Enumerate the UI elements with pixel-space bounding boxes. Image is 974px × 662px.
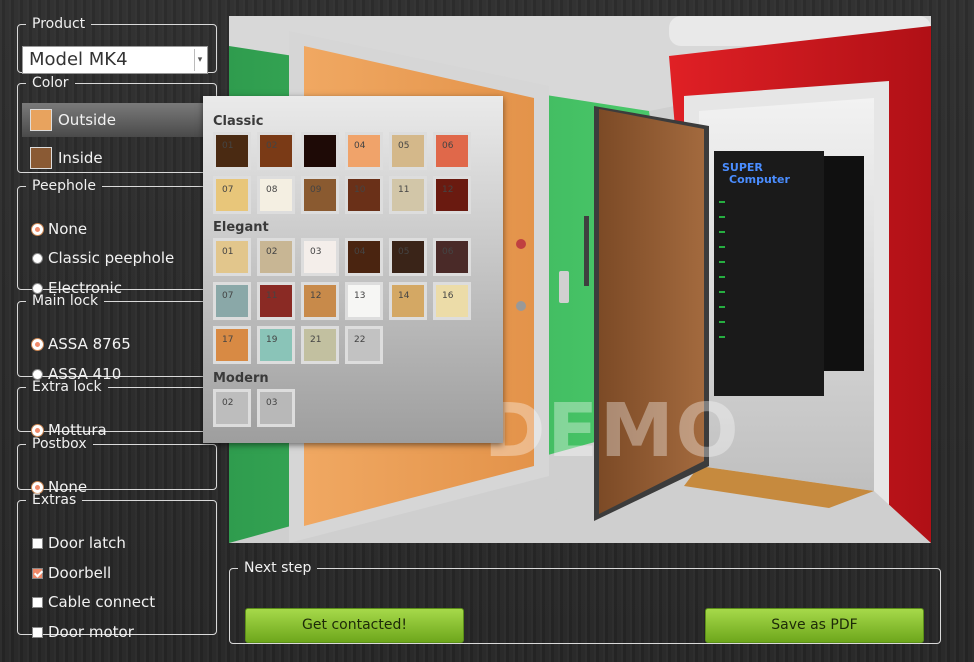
extras-legend: Extras xyxy=(32,492,77,508)
peephole-legend: Peephole xyxy=(32,178,96,194)
main-lock-option-label: ASSA 8765 xyxy=(48,335,131,353)
peephole-option-label: Classic peephole xyxy=(48,249,175,267)
color-inside-swatch xyxy=(30,147,52,169)
next-step-legend: Next step xyxy=(244,560,312,576)
color-legend: Color xyxy=(32,75,69,91)
extras-option-label: Cable connect xyxy=(48,593,156,611)
color-outside-label: Outside xyxy=(58,111,116,129)
color-swatch-modern-03[interactable]: 03 xyxy=(257,389,295,427)
picker-category-modern: Modern xyxy=(213,371,269,386)
product-group: Product Model MK4 ▾ xyxy=(17,16,217,74)
extras-option-label: Door motor xyxy=(48,623,134,641)
color-swatch-classic-06[interactable]: 06 xyxy=(433,132,471,170)
watermark-text: DEMO xyxy=(484,388,741,474)
main-lock-legend: Main lock xyxy=(32,293,99,309)
color-picker-popup: Classic 01 02 04 05 06 07 08 09 10 11 12 Elegant 01 02… xyxy=(203,96,503,443)
picker-category-elegant: Elegant xyxy=(213,220,269,235)
color-swatch-classic-07[interactable]: 07 xyxy=(213,176,251,214)
color-swatch-classic-05[interactable]: 05 xyxy=(389,132,427,170)
save-as-pdf-button[interactable]: Save as PDF xyxy=(705,608,924,643)
color-swatch-elegant-22[interactable]: 22 xyxy=(345,326,383,364)
checkbox-icon[interactable] xyxy=(32,626,43,638)
extras-option-label: Doorbell xyxy=(48,564,112,582)
postbox-legend: Postbox xyxy=(32,436,87,452)
get-contacted-button[interactable]: Get contacted! xyxy=(245,608,464,643)
extras-door-motor[interactable]: Door motor xyxy=(32,623,134,641)
peephole-group: Peephole None Classic peephole Electroni… xyxy=(17,178,217,297)
color-swatch-classic-01[interactable]: 01 xyxy=(213,132,251,170)
postbox-group: Postbox None xyxy=(17,436,217,496)
radio-icon[interactable] xyxy=(32,368,43,380)
extra-lock-group: Extra lock Mottura xyxy=(17,379,217,439)
extra-lock-legend: Extra lock xyxy=(32,379,102,395)
rack-label-computer: Computer xyxy=(729,173,791,186)
color-swatch-elegant-01[interactable]: 01 xyxy=(213,238,251,276)
color-swatch-elegant-14[interactable]: 14 xyxy=(389,282,427,320)
color-swatch-elegant-03[interactable]: 03 xyxy=(301,238,339,276)
checkbox-checked-icon[interactable] xyxy=(32,567,43,579)
picker-category-classic: Classic xyxy=(213,114,264,129)
color-swatch-elegant-05[interactable]: 05 xyxy=(389,238,427,276)
color-group: Color Outside Inside xyxy=(17,75,217,173)
peephole-option-classic[interactable]: Classic peephole xyxy=(32,249,174,267)
color-swatch-elegant-21[interactable]: 21 xyxy=(301,326,339,364)
extras-option-label: Door latch xyxy=(48,534,126,552)
color-swatch-classic-10[interactable]: 10 xyxy=(345,176,383,214)
color-swatch-elegant-16[interactable]: 16 xyxy=(433,282,471,320)
color-swatch-elegant-06[interactable]: 06 xyxy=(433,238,471,276)
color-swatch-elegant-11[interactable]: 11 xyxy=(257,282,295,320)
extras-door-latch[interactable]: Door latch xyxy=(32,534,126,552)
color-swatch-classic-12[interactable]: 12 xyxy=(433,176,471,214)
color-swatch-classic-08[interactable]: 08 xyxy=(257,176,295,214)
product-selected-value: Model MK4 xyxy=(29,49,128,70)
main-lock-group: Main lock ASSA 8765 ASSA 410 xyxy=(17,293,217,383)
extras-doorbell[interactable]: Doorbell xyxy=(32,564,111,582)
chevron-down-icon[interactable]: ▾ xyxy=(194,49,205,71)
color-swatch-modern-02[interactable]: 02 xyxy=(213,389,251,427)
color-swatch-classic-11[interactable]: 11 xyxy=(389,176,427,214)
color-swatch-elegant-02[interactable]: 02 xyxy=(257,238,295,276)
color-outside-swatch xyxy=(30,109,52,131)
checkbox-icon[interactable] xyxy=(32,537,43,549)
radio-selected-icon[interactable] xyxy=(32,424,43,436)
main-lock-option-assa8765[interactable]: ASSA 8765 xyxy=(32,335,131,353)
color-swatch-classic-09[interactable]: 09 xyxy=(301,176,339,214)
color-outside-option[interactable]: Outside xyxy=(22,103,204,137)
product-legend: Product xyxy=(32,16,86,32)
next-step-group: Next step Get contacted! Save as PDF xyxy=(229,560,941,644)
radio-selected-icon[interactable] xyxy=(32,481,43,493)
color-swatch-elegant-07[interactable]: 07 xyxy=(213,282,251,320)
radio-icon[interactable] xyxy=(32,282,43,294)
color-swatch-elegant-19[interactable]: 19 xyxy=(257,326,295,364)
extras-cable-connect[interactable]: Cable connect xyxy=(32,593,155,611)
radio-icon[interactable] xyxy=(32,252,43,264)
color-swatch-elegant-17[interactable]: 17 xyxy=(213,326,251,364)
peephole-option-label: None xyxy=(48,220,88,238)
product-select[interactable]: Model MK4 ▾ xyxy=(22,46,208,74)
color-swatch-classic-x[interactable] xyxy=(301,132,339,170)
color-swatch-elegant-12[interactable]: 12 xyxy=(301,282,339,320)
peephole-option-none[interactable]: None xyxy=(32,220,87,238)
color-inside-label: Inside xyxy=(58,149,103,167)
radio-selected-icon[interactable] xyxy=(32,223,43,235)
extras-group: Extras Door latch Doorbell Cable connect… xyxy=(17,492,217,641)
color-swatch-elegant-04[interactable]: 04 xyxy=(345,238,383,276)
color-inside-option[interactable]: Inside xyxy=(22,141,206,175)
color-swatch-elegant-13[interactable]: 13 xyxy=(345,282,383,320)
checkbox-icon[interactable] xyxy=(32,596,43,608)
color-swatch-classic-02[interactable]: 02 xyxy=(257,132,295,170)
radio-selected-icon[interactable] xyxy=(32,338,43,350)
color-swatch-classic-04[interactable]: 04 xyxy=(345,132,383,170)
